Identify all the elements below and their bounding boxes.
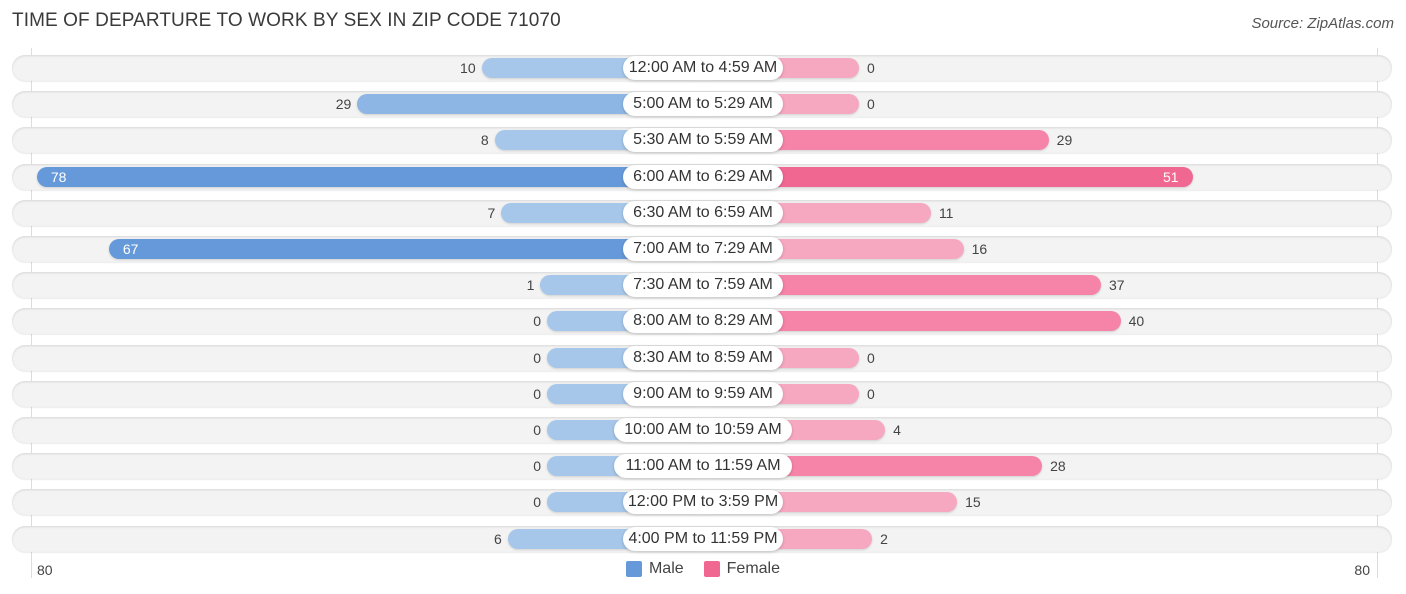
- male-value-label: 8: [480, 132, 489, 149]
- female-value-label: 15: [965, 494, 981, 511]
- category-label: 5:00 AM to 5:29 AM: [623, 92, 783, 117]
- chart-plot-area: 10 0 12:00 AM to 4:59 AM 29 0 5:00 AM to 5:29…: [0, 0, 1406, 594]
- female-value-label: 16: [971, 241, 988, 257]
- female-value-label: 0: [867, 349, 875, 366]
- female-value-label: 29: [1056, 132, 1073, 149]
- female-value-label: 40: [1128, 313, 1145, 330]
- category-label: 11:00 AM to 11:59 AM: [614, 454, 792, 479]
- category-label: 12:00 AM to 4:59 AM: [623, 56, 783, 80]
- category-label: 8:00 AM to 8:29 AM: [623, 309, 783, 334]
- female-value-label: 0: [867, 96, 875, 113]
- legend-swatch-female: [703, 561, 720, 577]
- female-value-label: 11: [938, 204, 954, 221]
- legend-swatch-male: [625, 561, 642, 577]
- male-value-label: 0: [533, 385, 541, 402]
- male-value-label: 6: [493, 530, 502, 547]
- male-bar[interactable]: [36, 166, 703, 187]
- legend: Male Female: [0, 560, 1406, 578]
- male-value-label: 0: [533, 422, 541, 438]
- legend-item-male[interactable]: Male: [625, 560, 684, 578]
- category-label: 6:00 AM to 6:29 AM: [623, 164, 783, 189]
- category-label: 12:00 PM to 3:59 PM: [623, 490, 783, 515]
- female-value-label: 0: [867, 385, 875, 402]
- female-value-label: 28: [1050, 458, 1066, 475]
- category-label: 8:30 AM to 8:59 AM: [623, 345, 783, 370]
- male-value-label: 1: [526, 277, 535, 294]
- category-label: 7:00 AM to 7:29 AM: [623, 237, 783, 261]
- male-value-label: 78: [50, 168, 67, 185]
- female-value-label: 51: [1162, 168, 1179, 185]
- female-value-label: 4: [893, 422, 901, 438]
- male-value-label: 0: [533, 313, 541, 330]
- female-value-label: 37: [1108, 277, 1125, 294]
- male-value-label: 10: [460, 60, 476, 76]
- category-label: 10:00 AM to 10:59 AM: [614, 418, 792, 442]
- category-label: 5:30 AM to 5:59 AM: [623, 128, 783, 153]
- legend-label-female: Female: [726, 560, 781, 577]
- male-bar[interactable]: [108, 239, 703, 259]
- male-value-label: 0: [533, 349, 541, 366]
- female-value-label: 2: [880, 530, 888, 547]
- female-value-label: 0: [867, 60, 875, 76]
- male-value-label: 0: [533, 494, 541, 511]
- male-value-label: 29: [335, 96, 352, 113]
- male-value-label: 7: [487, 204, 496, 221]
- legend-label-male: Male: [648, 560, 684, 577]
- male-value-label: 67: [122, 241, 139, 257]
- category-label: 6:30 AM to 6:59 AM: [623, 200, 783, 225]
- category-label: 4:00 PM to 11:59 PM: [623, 526, 783, 551]
- male-value-label: 0: [533, 458, 541, 475]
- category-label: 7:30 AM to 7:59 AM: [623, 273, 783, 298]
- category-label: 9:00 AM to 9:59 AM: [623, 381, 783, 406]
- legend-item-female[interactable]: Female: [703, 560, 781, 578]
